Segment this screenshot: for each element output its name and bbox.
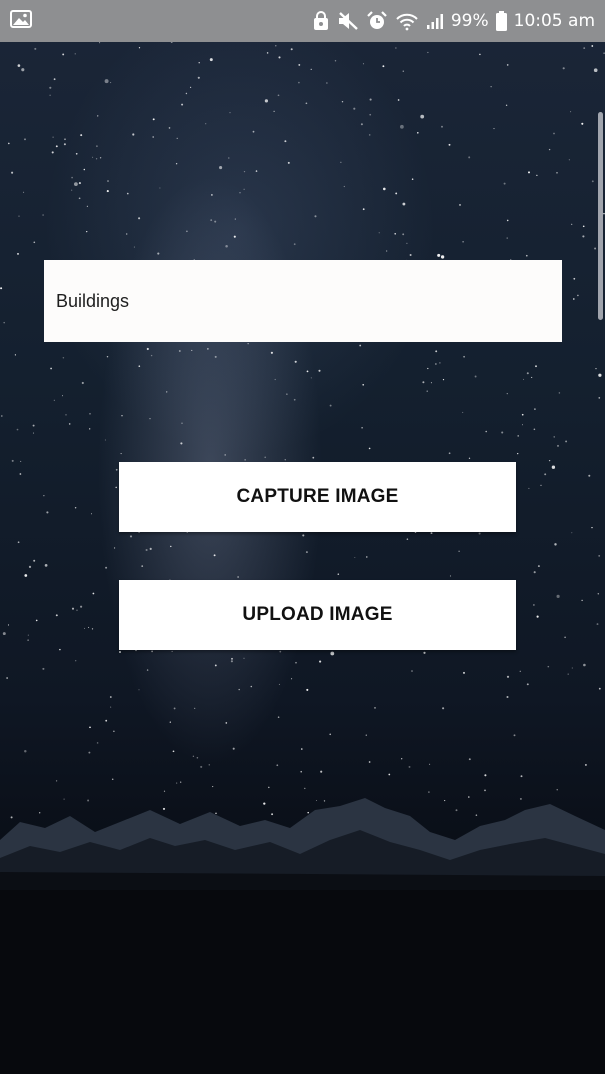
signal-icon bbox=[426, 12, 444, 30]
battery-percent: 99% bbox=[450, 11, 489, 31]
mute-icon bbox=[337, 11, 359, 31]
status-time: 10:05 am bbox=[513, 11, 595, 31]
alarm-clock-icon bbox=[366, 11, 388, 31]
battery-icon bbox=[495, 11, 507, 31]
gallery-icon bbox=[10, 10, 32, 32]
alarm-lock-icon bbox=[312, 11, 330, 31]
capture-image-button[interactable]: CAPTURE IMAGE bbox=[119, 462, 516, 532]
status-bar: 99% 10:05 am bbox=[0, 0, 605, 42]
text-input-value: Buildings bbox=[56, 290, 130, 311]
wifi-icon bbox=[395, 11, 419, 31]
text-input-field[interactable]: Buildings bbox=[44, 260, 562, 342]
app-screen: 99% 10:05 am Buildings CAPTURE IMAGE UPL… bbox=[0, 0, 605, 1074]
upload-image-button[interactable]: UPLOAD IMAGE bbox=[119, 580, 516, 650]
scrollbar[interactable] bbox=[598, 112, 603, 320]
mountain-silhouette bbox=[0, 798, 605, 1074]
